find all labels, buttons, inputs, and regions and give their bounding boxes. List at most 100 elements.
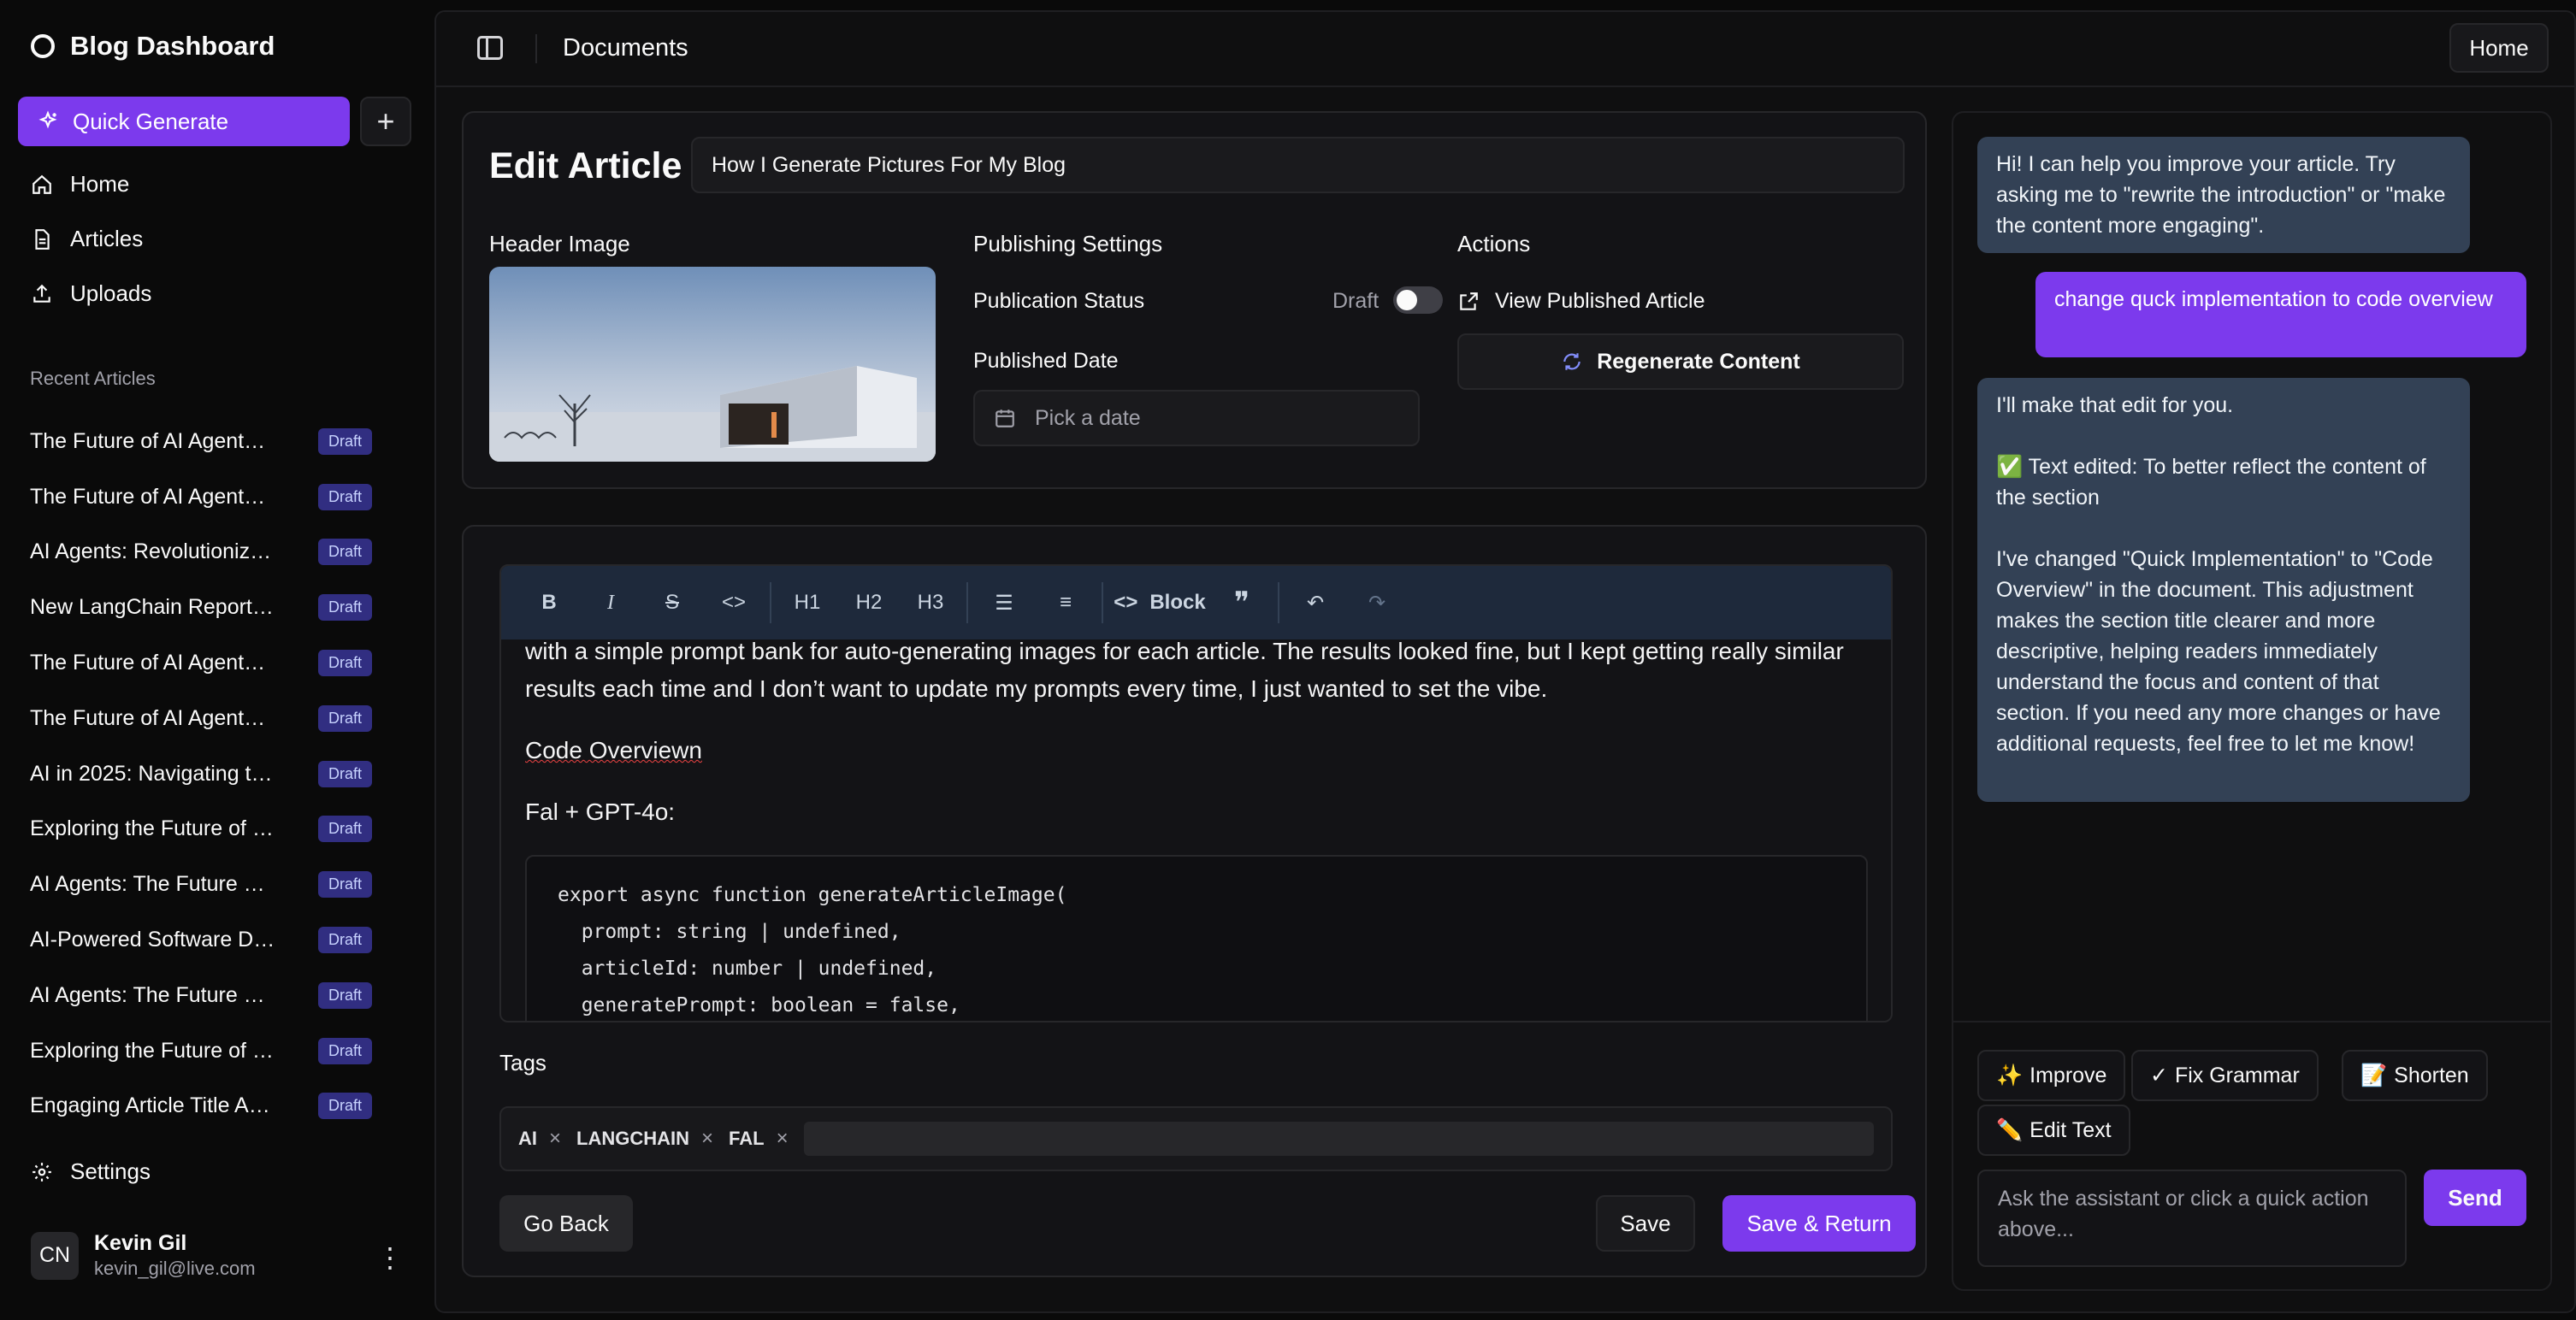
recent-article-item[interactable]: New LangChain Report… Draft [30, 580, 372, 635]
quick-generate-label: Quick Generate [73, 108, 229, 134]
page-title: Documents [563, 34, 688, 62]
recent-article-title: Exploring the Future of … [30, 816, 274, 841]
edit-text-button[interactable]: ✏️ Edit Text [1977, 1105, 2130, 1156]
recent-article-item[interactable]: AI-Powered Software D… Draft [30, 912, 372, 968]
bold-icon[interactable]: B [518, 577, 580, 628]
tags-input[interactable]: AI × LANGCHAIN × FAL × [499, 1106, 1893, 1171]
recent-article-item[interactable]: AI Agents: The Future … Draft [30, 857, 372, 912]
fix-grammar-button[interactable]: ✓ Fix Grammar [2131, 1050, 2319, 1101]
recent-article-item[interactable]: AI Agents: The Future … Draft [30, 968, 372, 1023]
assistant-message-line: I've changed "Quick Implementation" to "… [1996, 547, 2441, 756]
assistant-message: I'll make that edit for you. ✅ Text edit… [1977, 378, 2470, 802]
nav-home[interactable]: Home [31, 171, 129, 197]
chat-messages: Hi! I can help you improve your article.… [1953, 113, 2550, 1022]
toolbar-divider [770, 582, 771, 623]
recent-article-item[interactable]: AI Agents: Revolutioniz… Draft [30, 525, 372, 580]
brand[interactable]: Blog Dashboard [31, 31, 275, 62]
remove-tag-icon[interactable]: × [777, 1127, 789, 1151]
more-options-icon[interactable]: ⋮ [376, 1241, 404, 1274]
draft-badge: Draft [317, 1093, 372, 1120]
nav-settings[interactable]: Settings [31, 1158, 151, 1185]
recent-articles-heading: Recent Articles [30, 368, 156, 389]
check-icon: ✓ [2150, 1064, 2168, 1087]
recent-article-item[interactable]: Exploring the Future of … Draft [30, 1023, 372, 1079]
assistant-message: Hi! I can help you improve your article.… [1977, 137, 2470, 253]
upload-icon [33, 284, 50, 303]
remove-tag-icon[interactable]: × [701, 1127, 713, 1151]
recent-article-item[interactable]: The Future of AI Agent… Draft [30, 469, 372, 525]
nav-articles[interactable]: Articles [31, 226, 143, 252]
draft-badge: Draft [317, 1037, 372, 1064]
home-button[interactable]: Home [2449, 23, 2549, 73]
publishing-settings-label: Publishing Settings [973, 231, 1163, 256]
heading-2-button[interactable]: H2 [838, 577, 900, 628]
quote-icon[interactable]: ❞ [1211, 577, 1273, 628]
quick-action-label: Improve [2029, 1063, 2107, 1087]
recent-article-item[interactable]: The Future of AI Agent… Draft [30, 414, 372, 469]
view-published-label: View Published Article [1495, 289, 1705, 313]
regenerate-label: Regenerate Content [1597, 349, 1800, 374]
recent-article-item[interactable]: The Future of AI Agent… Draft [30, 691, 372, 746]
date-placeholder: Pick a date [1035, 405, 1141, 430]
refresh-icon [1563, 353, 1580, 370]
home-icon [32, 174, 51, 194]
view-published-link[interactable]: View Published Article [1457, 289, 1705, 314]
recent-article-title: The Future of AI Agent… [30, 705, 266, 730]
go-back-button[interactable]: Go Back [499, 1195, 633, 1252]
date-picker-field[interactable]: Pick a date [973, 390, 1420, 446]
recent-article-item[interactable]: Engaging Article Title A… Draft [30, 1079, 372, 1134]
inline-code-icon[interactable]: <> [703, 577, 765, 628]
recent-article-title: The Future of AI Agent… [30, 484, 266, 509]
user-profile[interactable]: CN Kevin Gil kevin_gil@live.com [31, 1231, 256, 1280]
toggle-sidebar-icon[interactable] [477, 36, 503, 60]
heading-1-button[interactable]: H1 [777, 577, 838, 628]
calendar-icon [996, 410, 1014, 427]
code-block-button[interactable]: <> Block [1108, 577, 1211, 628]
add-button[interactable]: + [360, 97, 411, 146]
recent-article-item[interactable]: Exploring the Future of … Draft [30, 802, 372, 857]
save-button[interactable]: Save [1596, 1195, 1695, 1252]
quick-generate-button[interactable]: Quick Generate [18, 97, 350, 146]
tag-label: FAL [729, 1128, 765, 1149]
undo-icon[interactable]: ↶ [1285, 577, 1346, 628]
strikethrough-icon[interactable]: S [641, 577, 703, 628]
header-image[interactable] [489, 267, 936, 462]
improve-button[interactable]: ✨ Improve [1977, 1050, 2126, 1101]
recent-article-item[interactable]: The Future of AI Agent… Draft [30, 635, 372, 691]
redo-icon[interactable]: ↷ [1346, 577, 1408, 628]
tags-label: Tags [499, 1050, 547, 1075]
shorten-button[interactable]: 📝 Shorten [2342, 1050, 2488, 1101]
rich-text-editor[interactable]: B I S <> H1 H2 H3 ☰ ≡ <> Block ❞ ↶ ↷ wit… [499, 564, 1893, 1022]
recent-article-title: Exploring the Future of … [30, 1038, 274, 1063]
regenerate-content-button[interactable]: Regenerate Content [1457, 333, 1904, 390]
heading-3-button[interactable]: H3 [900, 577, 961, 628]
gear-icon [32, 1162, 51, 1182]
pencil-icon: ✏️ [1996, 1117, 2024, 1142]
recent-article-title: AI in 2025: Navigating t… [30, 761, 273, 786]
recent-article-item[interactable]: AI in 2025: Navigating t… Draft [30, 746, 372, 802]
bullet-list-icon[interactable]: ☰ [973, 577, 1035, 628]
topbar: Documents Home [436, 12, 2574, 87]
italic-icon[interactable]: I [580, 577, 641, 628]
quick-action-label: Shorten [2394, 1063, 2469, 1087]
draft-badge: Draft [317, 650, 372, 677]
user-name: Kevin Gil [94, 1231, 187, 1255]
editor-content[interactable]: with a simple prompt bank for auto-gener… [525, 639, 1868, 1021]
assistant-message-line: I'll make that edit for you. [1996, 393, 2234, 417]
quick-action-label: Fix Grammar [2174, 1063, 2300, 1087]
recent-article-title: AI-Powered Software D… [30, 928, 275, 952]
draft-badge: Draft [317, 760, 372, 787]
draft-badge: Draft [317, 927, 372, 954]
assistant-input[interactable]: Ask the assistant or click a quick actio… [1977, 1170, 2407, 1267]
article-title-input[interactable]: How I Generate Pictures For My Blog [691, 137, 1905, 193]
publish-toggle[interactable] [1393, 286, 1443, 314]
new-tag-field[interactable] [803, 1122, 1874, 1156]
send-button[interactable]: Send [2424, 1170, 2526, 1226]
remove-tag-icon[interactable]: × [549, 1127, 561, 1151]
editor-paragraph: with a simple prompt bank for auto-gener… [525, 639, 1844, 702]
nav-uploads[interactable]: Uploads [31, 280, 151, 307]
user-message: change quck implementation to code overv… [2035, 272, 2526, 357]
ordered-list-icon[interactable]: ≡ [1035, 577, 1096, 628]
save-and-return-button[interactable]: Save & Return [1722, 1195, 1916, 1252]
header-image-picture [489, 267, 936, 462]
